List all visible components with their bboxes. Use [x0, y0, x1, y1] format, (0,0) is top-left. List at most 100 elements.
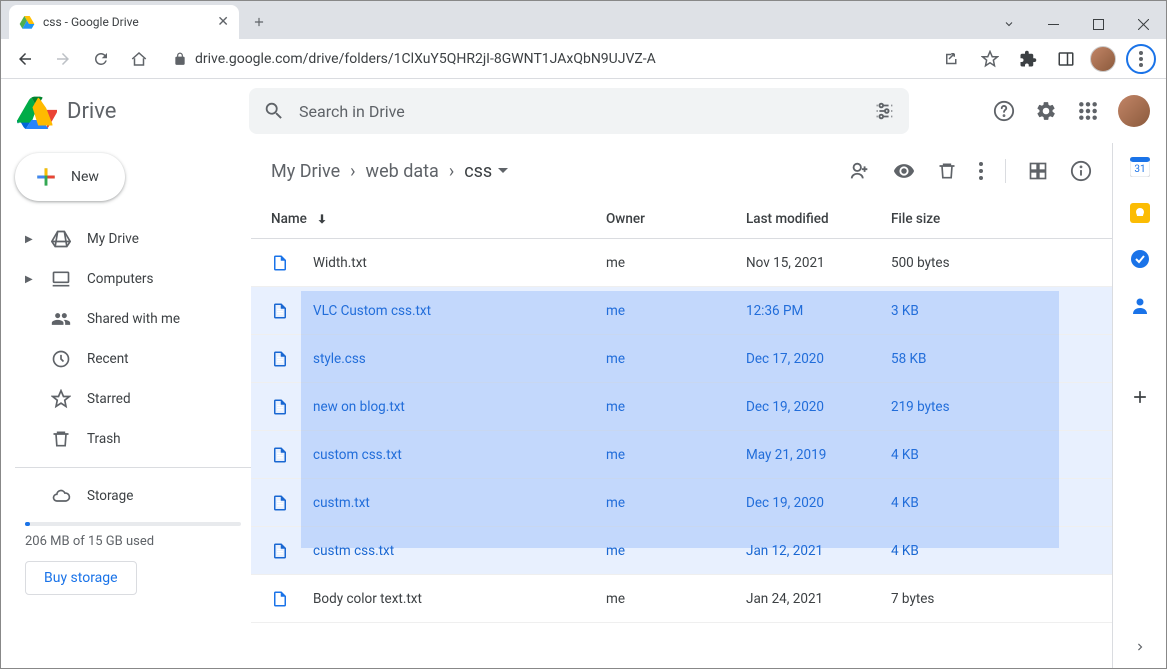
- file-row[interactable]: VLC Custom css.txtme12:36 PM3 KB: [251, 287, 1112, 335]
- extensions-icon[interactable]: [1014, 45, 1042, 73]
- document-icon: [271, 590, 313, 608]
- file-list: Width.txtmeNov 15, 2021500 bytesVLC Cust…: [251, 239, 1112, 623]
- home-button[interactable]: [125, 45, 153, 73]
- sidebar-shared[interactable]: Shared with me: [15, 299, 251, 339]
- file-row[interactable]: new on blog.txtmeDec 19, 2020219 bytes: [251, 383, 1112, 431]
- col-name[interactable]: Name: [271, 211, 606, 227]
- add-app-icon[interactable]: [1130, 387, 1150, 407]
- chevron-right-icon: ▶: [25, 274, 35, 285]
- storage-progress: [25, 522, 241, 526]
- file-size: 3 KB: [891, 303, 1092, 319]
- back-button[interactable]: [11, 45, 39, 73]
- window-dropdown-icon[interactable]: [986, 9, 1031, 39]
- apps-grid-icon[interactable]: [1076, 99, 1100, 123]
- file-row[interactable]: custm css.txtmeJan 12, 20214 KB: [251, 527, 1112, 575]
- sidebar-my-drive[interactable]: ▶ My Drive: [15, 219, 251, 259]
- settings-gear-icon[interactable]: [1034, 99, 1058, 123]
- account-avatar[interactable]: [1118, 95, 1150, 127]
- new-button[interactable]: New: [15, 153, 125, 201]
- sidebar-starred[interactable]: Starred: [15, 379, 251, 419]
- document-icon: [271, 446, 313, 464]
- info-icon[interactable]: [1070, 160, 1092, 182]
- file-name: custom css.txt: [313, 447, 606, 463]
- chevron-right-icon: ›: [449, 161, 454, 182]
- window-close-icon[interactable]: [1121, 9, 1166, 39]
- file-modified: Dec 19, 2020: [746, 399, 891, 415]
- sidebar-recent[interactable]: Recent: [15, 339, 251, 379]
- file-size: 4 KB: [891, 447, 1092, 463]
- sidepanel-icon[interactable]: [1052, 45, 1080, 73]
- contacts-app-icon[interactable]: [1130, 295, 1150, 315]
- chevron-right-icon: ▶: [25, 234, 35, 245]
- search-box[interactable]: Search in Drive: [249, 88, 909, 134]
- preview-icon[interactable]: [893, 160, 915, 182]
- file-owner: me: [606, 591, 746, 607]
- file-modified: Nov 15, 2021: [746, 255, 891, 271]
- sort-arrow-down-icon: [315, 212, 329, 226]
- keep-app-icon[interactable]: [1130, 203, 1150, 223]
- calendar-app-icon[interactable]: 31: [1130, 157, 1150, 177]
- bookmark-icon[interactable]: [976, 45, 1004, 73]
- document-icon: [271, 254, 313, 272]
- col-modified[interactable]: Last modified: [746, 211, 891, 227]
- more-actions-icon[interactable]: [979, 162, 983, 180]
- new-tab-button[interactable]: [245, 8, 273, 36]
- file-owner: me: [606, 543, 746, 559]
- nav-label: Storage: [87, 488, 133, 504]
- window-minimize-icon[interactable]: [1031, 9, 1076, 39]
- buy-storage-button[interactable]: Buy storage: [25, 561, 137, 595]
- drive-logo[interactable]: Drive: [17, 93, 239, 129]
- col-size[interactable]: File size: [891, 211, 1092, 227]
- forward-button[interactable]: [49, 45, 77, 73]
- file-owner: me: [606, 447, 746, 463]
- column-headers: Name Owner Last modified File size: [251, 199, 1112, 239]
- divider: [1005, 159, 1006, 183]
- browser-menu-button[interactable]: [1126, 44, 1156, 74]
- sidebar-computers[interactable]: ▶ Computers: [15, 259, 251, 299]
- file-row[interactable]: Width.txtmeNov 15, 2021500 bytes: [251, 239, 1112, 287]
- share-icon[interactable]: [938, 45, 966, 73]
- address-bar: drive.google.com/drive/folders/1ClXuY5QH…: [1, 39, 1166, 79]
- main-area: My Drive › web data › css Name: [251, 143, 1166, 668]
- breadcrumb: My Drive › web data › css: [271, 161, 508, 182]
- collapse-sidepanel-icon[interactable]: [1133, 640, 1147, 654]
- crumb-current[interactable]: css: [464, 161, 508, 182]
- chevron-right-icon: ›: [350, 161, 355, 182]
- file-modified: 12:36 PM: [746, 303, 891, 319]
- reload-button[interactable]: [87, 45, 115, 73]
- file-row[interactable]: custm.txtmeDec 19, 20204 KB: [251, 479, 1112, 527]
- window-maximize-icon[interactable]: [1076, 9, 1121, 39]
- file-name: VLC Custom css.txt: [313, 303, 606, 319]
- file-row[interactable]: style.cssmeDec 17, 202058 KB: [251, 335, 1112, 383]
- my-drive-icon: [51, 229, 71, 249]
- file-owner: me: [606, 255, 746, 271]
- nav-label: Recent: [87, 351, 129, 367]
- file-row[interactable]: custom css.txtmeMay 21, 20194 KB: [251, 431, 1112, 479]
- tasks-app-icon[interactable]: [1130, 249, 1150, 269]
- nav-label: Trash: [87, 431, 121, 447]
- help-icon[interactable]: [992, 99, 1016, 123]
- file-row[interactable]: Body color text.txtmeJan 24, 20217 bytes: [251, 575, 1112, 623]
- file-name: Width.txt: [313, 255, 606, 271]
- share-button-icon[interactable]: [849, 160, 871, 182]
- view-grid-icon[interactable]: [1028, 161, 1048, 181]
- url-field[interactable]: drive.google.com/drive/folders/1ClXuY5QH…: [163, 44, 928, 74]
- svg-text:31: 31: [1134, 164, 1145, 175]
- document-icon: [271, 350, 313, 368]
- crumb-root[interactable]: My Drive: [271, 161, 340, 182]
- content: My Drive › web data › css Name: [251, 143, 1112, 668]
- search-placeholder: Search in Drive: [299, 102, 859, 121]
- crumb-mid[interactable]: web data: [366, 161, 439, 182]
- computers-icon: [51, 269, 71, 289]
- tab-close-icon[interactable]: ✕: [217, 14, 229, 30]
- url-text: drive.google.com/drive/folders/1ClXuY5QH…: [195, 51, 656, 67]
- shared-icon: [51, 309, 71, 329]
- delete-icon[interactable]: [937, 161, 957, 181]
- browser-tab[interactable]: css - Google Drive ✕: [9, 5, 239, 39]
- search-options-icon[interactable]: [873, 100, 895, 122]
- col-owner[interactable]: Owner: [606, 211, 746, 227]
- profile-avatar-icon[interactable]: [1090, 46, 1116, 72]
- trash-icon: [51, 429, 71, 449]
- sidebar-storage[interactable]: Storage: [15, 476, 251, 516]
- sidebar-trash[interactable]: Trash: [15, 419, 251, 459]
